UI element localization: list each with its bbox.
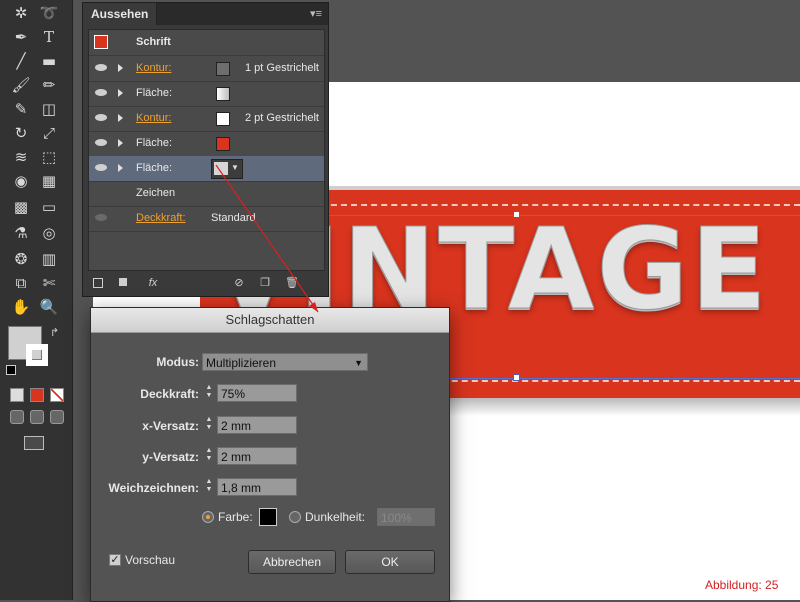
figure-caption: Abbildung: 25: [705, 578, 779, 592]
annotation-arrow: [215, 164, 319, 313]
